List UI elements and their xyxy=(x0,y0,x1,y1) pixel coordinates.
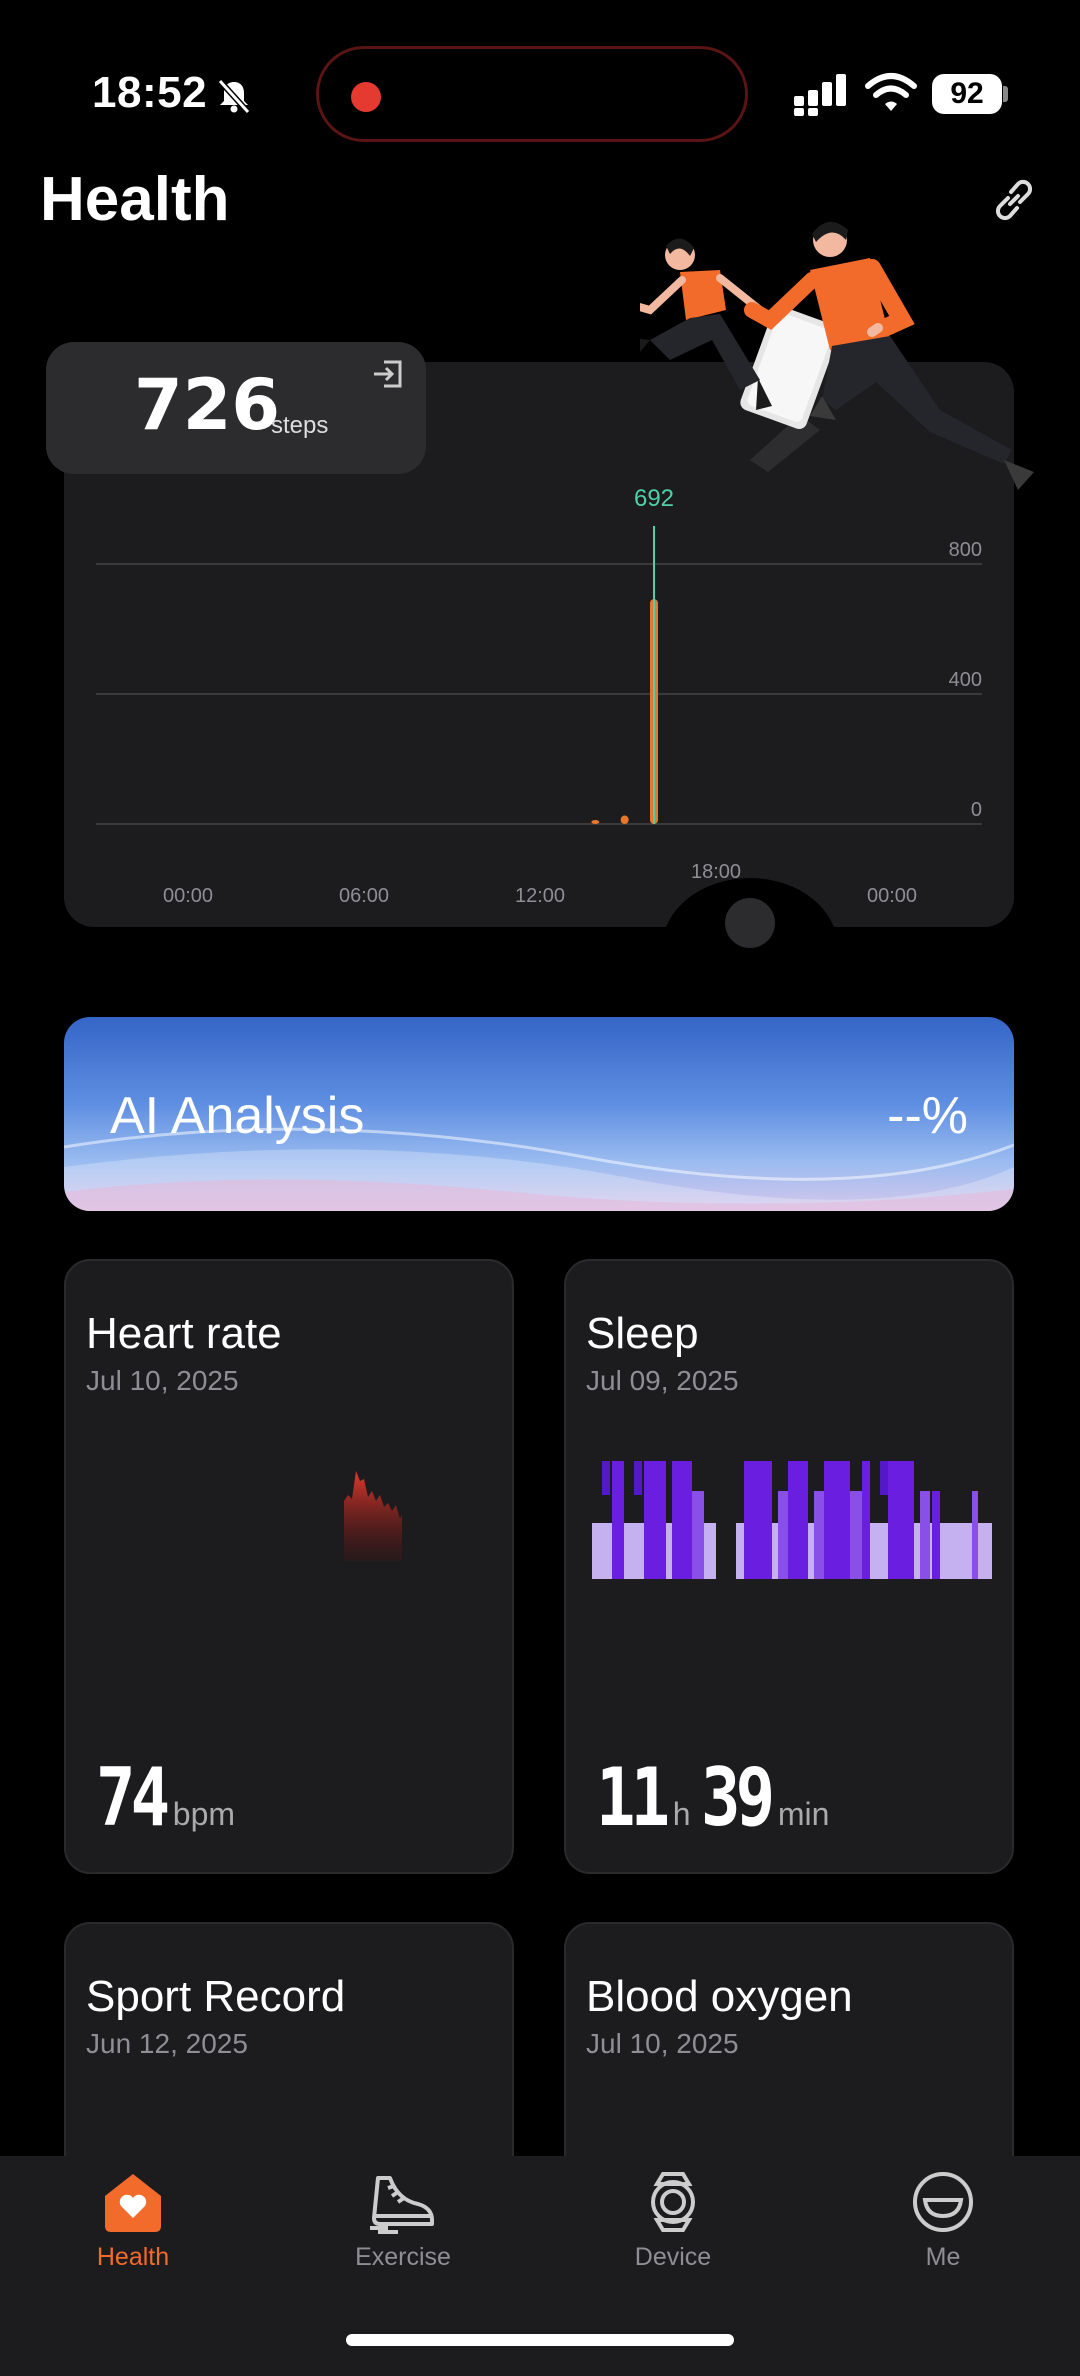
ai-analysis-title: AI Analysis xyxy=(110,1087,365,1145)
y-tick-label: 800 xyxy=(949,539,982,561)
steps-unit: steps xyxy=(271,412,329,439)
blood-oxygen-title: Blood oxygen xyxy=(586,1972,853,2021)
cellular-signal-icon xyxy=(794,74,846,116)
steps-count: 726 xyxy=(134,364,281,446)
x-tick-label: 06:00 xyxy=(339,885,389,907)
smile-face-icon xyxy=(913,2172,973,2232)
runners-illustration xyxy=(640,221,1034,490)
tab-me-label: Me xyxy=(925,2243,961,2271)
steps-bar xyxy=(591,820,600,824)
heart-rate-card[interactable]: Heart rate Jul 10, 2025 74 bpm xyxy=(64,1259,514,1874)
steps-chart: 0400800 00:00 06:00 12:0018:0000:00 692 xyxy=(96,485,982,907)
tab-health[interactable] xyxy=(33,2170,233,2239)
tab-exercise[interactable] xyxy=(303,2170,503,2239)
x-tick-label: 00:00 xyxy=(867,885,917,907)
tab-health-label: Health xyxy=(96,2243,170,2271)
x-tick-label: 12:00 xyxy=(515,885,565,907)
tab-device-label: Device xyxy=(634,2243,712,2271)
x-tick-label: 00:00 xyxy=(163,885,213,907)
sneaker-icon xyxy=(370,2176,434,2234)
steps-bar xyxy=(620,815,629,824)
tab-me[interactable] xyxy=(843,2170,1043,2239)
sleep-minutes-unit: min xyxy=(777,1796,830,1832)
sleep-stages-chart xyxy=(592,1461,992,1579)
watch-icon xyxy=(651,2172,695,2232)
sleep-minutes: 39 xyxy=(701,1751,775,1844)
page-title: Health xyxy=(40,165,230,234)
y-tick-label: 0 xyxy=(971,799,982,821)
wifi-icon xyxy=(865,73,917,111)
sleep-card[interactable]: Sleep Jul 09, 2025 11 h 39 min xyxy=(564,1259,1014,1874)
heart-rate-title: Heart rate xyxy=(86,1309,282,1358)
bell-muted-icon xyxy=(217,78,251,115)
sport-record-date: Jun 12, 2025 xyxy=(86,2028,248,2059)
blood-oxygen-date: Jul 10, 2025 xyxy=(586,2028,739,2059)
battery-tip xyxy=(1003,86,1008,102)
sleep-title: Sleep xyxy=(586,1309,699,1358)
tab-device[interactable] xyxy=(573,2170,773,2239)
heart-rate-unit: bpm xyxy=(172,1796,236,1832)
sleep-hours: 11 xyxy=(596,1751,670,1844)
status-time: 18:52 xyxy=(92,68,208,117)
heart-home-icon xyxy=(105,2174,161,2232)
dynamic-island xyxy=(316,46,748,142)
sleep-date: Jul 09, 2025 xyxy=(586,1365,739,1396)
sport-record-title: Sport Record xyxy=(86,1972,346,2021)
ai-analysis-value: --% xyxy=(887,1087,968,1145)
sleep-hours-unit: h xyxy=(672,1796,691,1832)
heart-rate-sparkline xyxy=(344,1471,402,1561)
y-tick-label: 400 xyxy=(949,669,982,691)
x-tick-label: 18:00 xyxy=(691,861,741,883)
home-indicator[interactable] xyxy=(346,2334,734,2346)
recording-dot-icon xyxy=(351,82,381,112)
heart-rate-value: 74 xyxy=(96,1751,170,1844)
export-icon[interactable] xyxy=(370,356,406,392)
tab-exercise-label: Exercise xyxy=(355,2243,451,2271)
battery-indicator: 92 xyxy=(932,74,1002,114)
heart-rate-date: Jul 10, 2025 xyxy=(86,1365,239,1396)
